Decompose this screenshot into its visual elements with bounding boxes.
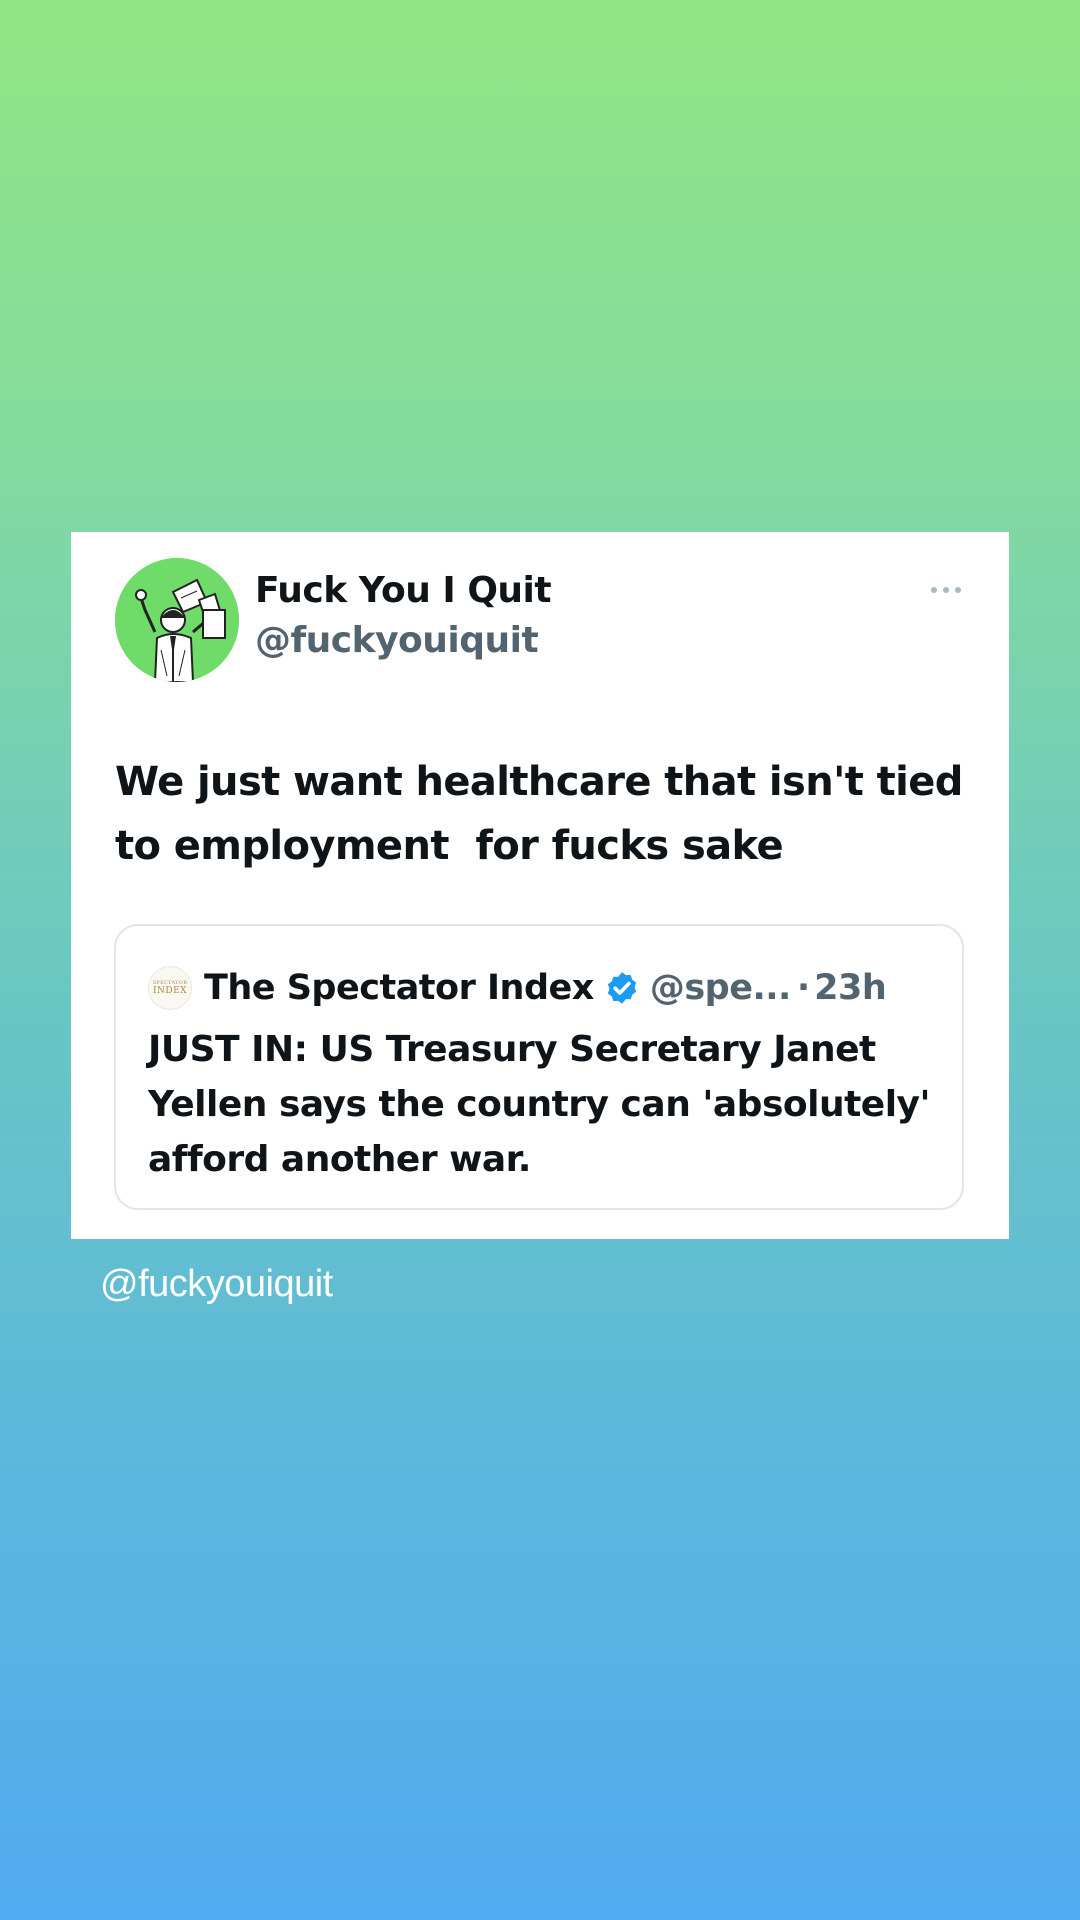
tweet-text: We just want healthcare that isn't tied … <box>115 759 977 869</box>
verified-badge-icon <box>607 972 636 1004</box>
author-display-name[interactable]: Fuck You I Quit <box>255 570 552 611</box>
logo-text-bottom: INDEX <box>152 985 188 996</box>
more-horizontal-icon[interactable] <box>929 582 963 596</box>
spectator-index-logo[interactable]: SPECTATOR INDEX <box>148 966 192 1010</box>
quoted-display-name[interactable]: The Spectator Index <box>204 968 594 1008</box>
watermark-handle: @fuckyouiquit <box>100 1263 333 1305</box>
meta-separator: · <box>796 968 811 1008</box>
author-handle[interactable]: @fuckyouiquit <box>255 620 539 661</box>
quoted-tweet-header: SPECTATOR INDEX The Spectator Index @spe… <box>148 962 887 1014</box>
quoted-tweet[interactable]: SPECTATOR INDEX The Spectator Index @spe… <box>114 924 964 1210</box>
avatar[interactable] <box>115 558 239 682</box>
logo-text-top: SPECTATOR <box>152 979 188 986</box>
quoted-handle[interactable]: @spe... <box>650 968 792 1008</box>
tweet-card: Fuck You I Quit @fuckyouiquit We just wa… <box>71 532 1009 1239</box>
quoted-timestamp[interactable]: 23h <box>814 968 887 1008</box>
quoted-tweet-text: JUST IN: US Treasury Secretary Janet Yel… <box>148 1029 931 1180</box>
man-throwing-papers-icon <box>115 558 239 682</box>
